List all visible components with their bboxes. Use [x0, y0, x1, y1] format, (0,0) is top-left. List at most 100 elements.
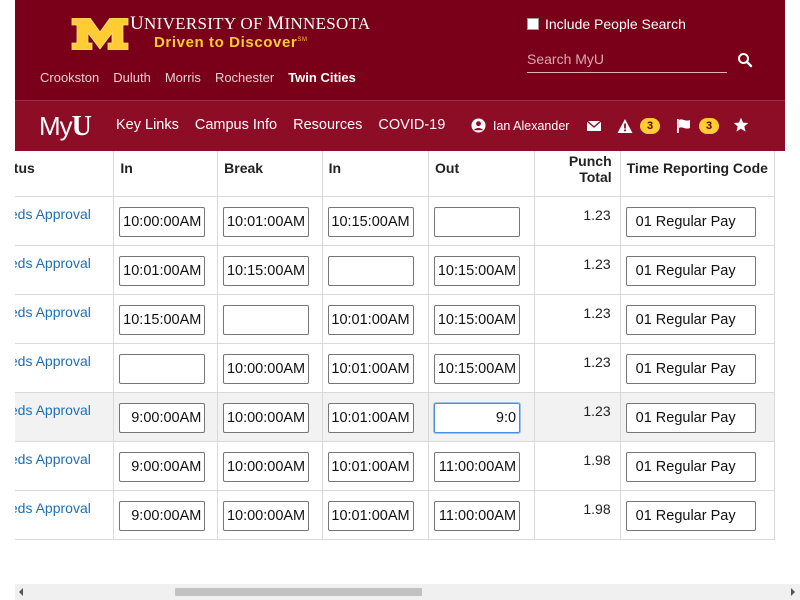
punch-total: 1.23: [534, 294, 621, 344]
table-row[interactable]: Needs Approval 10:15:00AM 10:01:00AM 10:15:…: [15, 294, 776, 344]
in-time-2-input[interactable]: 10:01:00AM: [327, 402, 414, 433]
alerts-badge[interactable]: 3: [640, 118, 660, 134]
search-input[interactable]: [527, 48, 727, 70]
col-header-in[interactable]: In: [113, 151, 219, 197]
time-reporting-code-select[interactable]: 01 Regular Pay: [625, 500, 756, 531]
out-time-input[interactable]: 10:15:00AM: [434, 255, 521, 286]
in-time-2-input[interactable]: 10:01:00AM: [327, 451, 414, 482]
in-time-2-input[interactable]: 10:15:00AM: [327, 206, 414, 237]
col-header-out[interactable]: Out: [428, 151, 535, 197]
punch-total: 1.98: [534, 490, 621, 540]
break-time-input[interactable]: 10:00:00AM: [223, 402, 310, 433]
status-text[interactable]: Needs Approval: [15, 255, 91, 271]
status-text[interactable]: Needs Approval: [15, 402, 91, 418]
gold-m-logo[interactable]: [70, 18, 130, 50]
time-reporting-code-select[interactable]: 01 Regular Pay: [625, 353, 756, 384]
in-time-input[interactable]: 10:15:00AM: [119, 304, 206, 335]
in-time-2-input[interactable]: 10:01:00AM: [327, 500, 414, 531]
in-time-2-cell: 10:15:00AM: [322, 196, 430, 246]
status-link[interactable]: Needs Approval: [15, 294, 115, 344]
nav-link-covid-19[interactable]: COVID-19: [378, 117, 445, 133]
break-time-cell: 10:01:00AM: [217, 196, 323, 246]
status-text[interactable]: Needs Approval: [15, 451, 91, 467]
status-text[interactable]: Needs Approval: [15, 304, 91, 320]
out-time-input[interactable]: 11:00:00AM: [434, 500, 521, 531]
col-header-punch-total[interactable]: Punch Total: [534, 151, 621, 197]
search-icon[interactable]: [737, 52, 753, 68]
col-header-break[interactable]: Break: [217, 151, 323, 197]
break-time-input[interactable]: 10:15:00AM: [223, 255, 310, 286]
time-reporting-code-select[interactable]: 01 Regular Pay: [625, 451, 756, 482]
in-time-2-input[interactable]: 10:01:00AM: [327, 304, 414, 335]
out-time-input[interactable]: 9:0: [434, 402, 521, 433]
campus-link-crookston[interactable]: Crookston: [40, 70, 99, 85]
in-time-input[interactable]: [119, 353, 206, 384]
col-header-status[interactable]: Status: [15, 151, 115, 197]
status-link[interactable]: Needs Approval: [15, 490, 115, 540]
campus-link-twin-cities[interactable]: Twin Cities: [288, 70, 356, 85]
search-field[interactable]: [527, 48, 727, 73]
flags-badge[interactable]: 3: [699, 118, 719, 134]
break-time-input[interactable]: 10:00:00AM: [223, 353, 310, 384]
in-time-input[interactable]: 9:00:00AM: [119, 451, 206, 482]
col-header-time-reporting-code[interactable]: Time Reporting Code: [620, 151, 776, 197]
people-search-checkbox[interactable]: [527, 18, 539, 30]
table-row[interactable]: Needs Approval 9:00:00AM 10:00:00AM 10:01:0…: [15, 392, 776, 442]
timesheet-table-container[interactable]: Status In Break In Out PunchTotal Time R…: [15, 151, 800, 541]
in-time-cell: 10:01:00AM: [113, 245, 219, 295]
break-time-cell: [217, 294, 323, 344]
out-time-input[interactable]: 10:15:00AM: [434, 304, 521, 335]
in-time-2-input[interactable]: [327, 255, 414, 286]
nav-link-resources[interactable]: Resources: [293, 117, 362, 133]
nav-link-campus-info[interactable]: Campus Info: [195, 117, 277, 133]
break-time-input[interactable]: 10:00:00AM: [223, 500, 310, 531]
status-text[interactable]: Needs Approval: [15, 500, 91, 516]
star-icon[interactable]: [733, 117, 749, 133]
out-time-input[interactable]: 11:00:00AM: [434, 451, 521, 482]
time-reporting-code-select[interactable]: 01 Regular Pay: [625, 304, 756, 335]
break-time-input[interactable]: 10:01:00AM: [223, 206, 310, 237]
break-time-cell: 10:00:00AM: [217, 441, 323, 491]
status-text[interactable]: Needs Approval: [15, 206, 91, 222]
in-time-input[interactable]: 9:00:00AM: [119, 402, 206, 433]
table-row[interactable]: Needs Approval 10:00:00AM 10:01:00AM 10:15:…: [15, 343, 776, 393]
time-reporting-code-select[interactable]: 01 Regular Pay: [625, 402, 756, 433]
status-text[interactable]: Needs Approval: [15, 353, 91, 369]
time-reporting-code-select[interactable]: 01 Regular Pay: [625, 206, 756, 237]
warning-icon[interactable]: [617, 118, 633, 134]
status-link[interactable]: Needs Approval: [15, 196, 115, 246]
table-row[interactable]: Needs Approval 10:01:00AM 10:15:00AM 10:15:…: [15, 245, 776, 295]
out-time-input[interactable]: 10:15:00AM: [434, 353, 521, 384]
people-search-toggle[interactable]: Include People Search: [527, 16, 686, 32]
table-row[interactable]: Needs Approval 9:00:00AM 10:00:00AM 10:01:0…: [15, 490, 776, 540]
myu-logo[interactable]: MyU: [39, 111, 92, 143]
scrollbar-thumb[interactable]: [175, 588, 422, 596]
table-row[interactable]: Needs Approval 9:00:00AM 10:00:00AM 10:01:0…: [15, 441, 776, 491]
scroll-right-arrow-icon[interactable]: [791, 588, 795, 596]
out-time-cell: 11:00:00AM: [428, 441, 535, 491]
status-link[interactable]: Needs Approval: [15, 441, 115, 491]
status-link[interactable]: Needs Approval: [15, 343, 115, 393]
in-time-input[interactable]: 10:00:00AM: [119, 206, 206, 237]
campus-link-rochester[interactable]: Rochester: [215, 70, 274, 85]
table-row[interactable]: Needs Approval 10:00:00AM 10:01:00AM 10:15:…: [15, 196, 776, 246]
out-time-input[interactable]: [434, 206, 521, 237]
nav-link-key-links[interactable]: Key Links: [116, 117, 179, 133]
envelope-icon[interactable]: [586, 118, 602, 134]
flag-icon[interactable]: [676, 118, 692, 134]
scroll-left-arrow-icon[interactable]: [19, 588, 23, 596]
time-reporting-code-select[interactable]: 01 Regular Pay: [625, 255, 756, 286]
col-header-in-2[interactable]: In: [322, 151, 430, 197]
break-time-input[interactable]: 10:00:00AM: [223, 451, 310, 482]
university-wordmark[interactable]: UNIVERSITY OF MINNESOTA: [130, 13, 370, 35]
in-time-input[interactable]: 10:01:00AM: [119, 255, 206, 286]
user-menu[interactable]: Ian Alexander: [471, 118, 569, 133]
campus-link-morris[interactable]: Morris: [165, 70, 201, 85]
status-link[interactable]: Needs Approval: [15, 392, 115, 442]
status-link[interactable]: Needs Approval: [15, 245, 115, 295]
in-time-2-input[interactable]: 10:01:00AM: [327, 353, 414, 384]
horizontal-scrollbar[interactable]: [15, 584, 800, 600]
campus-link-duluth[interactable]: Duluth: [113, 70, 151, 85]
in-time-input[interactable]: 9:00:00AM: [119, 500, 206, 531]
break-time-input[interactable]: [223, 304, 310, 335]
